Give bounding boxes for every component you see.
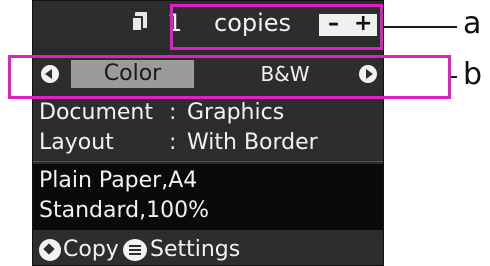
callout-label-b: b [463,57,483,92]
setting-value: With Border [187,130,318,155]
start-diamond-icon [39,239,61,261]
softkey-bar: Copy Settings [33,233,383,265]
settings-summary: Document: Graphics Layout: With Border [33,96,383,162]
leader-line-b [451,76,457,78]
menu-icon [123,239,147,261]
copy-pages-icon [131,12,147,32]
leader-line-a [383,26,457,28]
callout-box-a [170,4,383,50]
settings-softkey-label: Settings [150,237,241,262]
setting-document: Document: Graphics [39,99,284,127]
quality-zoom: Standard,100% [39,198,209,223]
callout-label-a: a [463,6,482,41]
divider [33,161,383,162]
setting-value: Graphics [187,100,285,125]
paper-summary: Plain Paper,A4 Standard,100% [33,164,383,230]
setting-key: Layout [39,130,114,155]
copy-softkey-label: Copy [63,237,119,262]
paper-type-size: Plain Paper,A4 [39,168,198,193]
callout-box-b [8,55,451,99]
setting-layout: Layout: With Border [39,129,318,157]
setting-separator: : [169,100,177,125]
setting-key: Document [39,100,153,125]
setting-separator: : [169,130,177,155]
